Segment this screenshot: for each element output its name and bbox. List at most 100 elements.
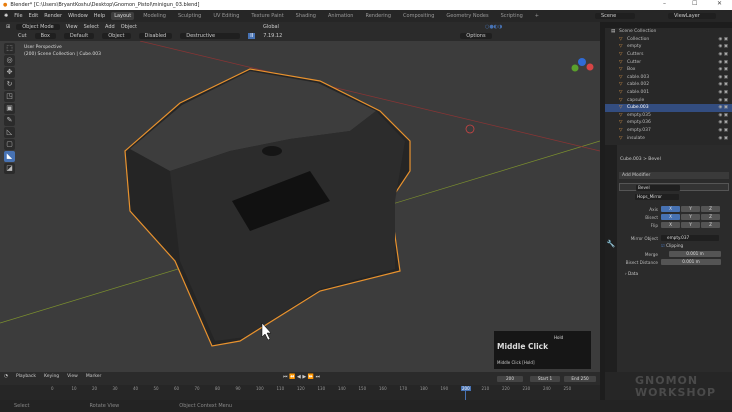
- menu-window[interactable]: Window: [68, 13, 88, 19]
- menu-edit[interactable]: Edit: [29, 13, 39, 19]
- minimize-button[interactable]: –: [663, 0, 666, 7]
- scale-tool-icon[interactable]: ◳: [4, 91, 15, 102]
- flip-z-toggle[interactable]: Z: [701, 222, 720, 228]
- visibility-icon[interactable]: ◉ ▣: [718, 82, 728, 87]
- end-frame-field[interactable]: End 250: [564, 376, 596, 382]
- bevel-name-field[interactable]: Bevel: [636, 185, 680, 191]
- outliner-row[interactable]: ▽ Collection ◉ ▣: [605, 36, 732, 44]
- flip-x-toggle[interactable]: X: [661, 222, 680, 228]
- menu-view[interactable]: View: [67, 374, 78, 379]
- outliner-row[interactable]: ▽ empty.035 ◉ ▣: [605, 112, 732, 120]
- visibility-icon[interactable]: ◉ ▣: [718, 90, 728, 95]
- view-layer-selector[interactable]: ViewLayer: [668, 13, 716, 19]
- visibility-icon[interactable]: ◉ ▣: [718, 44, 728, 49]
- tab-uv-editing[interactable]: UV Editing: [210, 12, 242, 20]
- select-box-tool-icon[interactable]: ⬚: [4, 43, 15, 54]
- add-modifier-dropdown[interactable]: Add Modifier: [619, 172, 729, 179]
- timeline-ruler[interactable]: 0 10 20 30 40 50 60 70 80 90 100 110 120 130 140 150 160…: [0, 385, 600, 400]
- outliner-row[interactable]: ▽ empty.036 ◉ ▣: [605, 119, 732, 127]
- 3d-viewport[interactable]: [0, 41, 600, 372]
- visibility-icon[interactable]: ◉ ▣: [718, 113, 728, 118]
- menu-file[interactable]: File: [14, 13, 22, 19]
- shape-dropdown[interactable]: Box: [34, 33, 56, 39]
- tab-texture-paint[interactable]: Texture Paint: [248, 12, 286, 20]
- bisect-distance-field[interactable]: 0.001 m: [661, 259, 721, 265]
- axis-x-toggle[interactable]: X: [661, 206, 680, 212]
- target-dropdown[interactable]: Object: [102, 33, 131, 39]
- visibility-icon[interactable]: ◉ ▣: [718, 75, 728, 80]
- axis-z-toggle[interactable]: Z: [701, 206, 720, 212]
- scene-collection-row[interactable]: ▤ Scene Collection: [605, 28, 732, 36]
- measure-tool-icon[interactable]: ◺: [4, 127, 15, 138]
- hops-tool-icon[interactable]: ◪: [4, 163, 15, 174]
- modifier-tab-icon[interactable]: 🔧: [605, 240, 617, 248]
- visibility-icon[interactable]: ◉ ▣: [718, 52, 728, 57]
- menu-playback[interactable]: Playback: [16, 374, 36, 379]
- mode-mode-dropdown[interactable]: Destructive: [180, 33, 241, 39]
- pause-icon[interactable]: II: [248, 33, 256, 39]
- tab-animation[interactable]: Animation: [325, 12, 357, 20]
- menu-marker[interactable]: Marker: [86, 374, 102, 379]
- orientation-dropdown[interactable]: Global: [263, 24, 279, 30]
- tab-shading[interactable]: Shading: [293, 12, 319, 20]
- menu-add[interactable]: Add: [105, 24, 115, 30]
- annotate-tool-icon[interactable]: ✎: [4, 115, 15, 126]
- bisect-z-toggle[interactable]: Z: [701, 214, 720, 220]
- outliner-row[interactable]: ▽ cable.001 ◉ ▣: [605, 89, 732, 97]
- visibility-icon[interactable]: ◉ ▣: [718, 37, 728, 42]
- current-frame-field[interactable]: 200: [497, 376, 523, 382]
- outliner-row[interactable]: ▽ empty.037 ◉ ▣: [605, 127, 732, 135]
- editor-type-icon[interactable]: ⊞: [6, 24, 10, 30]
- add-cube-tool-icon[interactable]: ▢: [4, 139, 15, 150]
- playhead[interactable]: [465, 391, 466, 400]
- start-frame-field[interactable]: Start 1: [530, 376, 560, 382]
- tab-compositing[interactable]: Compositing: [400, 12, 437, 20]
- visibility-icon[interactable]: ◉ ▣: [718, 120, 728, 125]
- mirror-object-field[interactable]: empty.037: [661, 235, 719, 241]
- bisect-y-toggle[interactable]: Y: [681, 214, 700, 220]
- outliner-row[interactable]: ▽ Box ◉ ▣: [605, 66, 732, 74]
- outliner-row[interactable]: ▽ empty ◉ ▣: [605, 43, 732, 51]
- data-subpanel[interactable]: › Data: [625, 271, 638, 276]
- blender-menu-icon[interactable]: ✺: [4, 13, 8, 19]
- add-workspace-button[interactable]: +: [532, 12, 542, 20]
- scene-selector[interactable]: Scene: [595, 13, 635, 19]
- visibility-icon[interactable]: ◉ ▣: [718, 60, 728, 65]
- tab-layout[interactable]: Layout: [111, 12, 135, 20]
- close-button[interactable]: ✕: [717, 0, 722, 7]
- outliner-row[interactable]: ▽ cable.003 ◉ ▣: [605, 74, 732, 82]
- visibility-icon[interactable]: ◉ ▣: [718, 105, 728, 110]
- shading-modes-icon[interactable]: ○●◐◑: [485, 24, 502, 30]
- outliner-row[interactable]: ▽ Cube.003 ◉ ▣: [605, 103, 732, 112]
- menu-view[interactable]: View: [66, 24, 78, 30]
- visibility-icon[interactable]: ◉ ▣: [718, 136, 728, 141]
- visibility-icon[interactable]: ◉ ▣: [718, 98, 728, 103]
- tab-geometry-nodes[interactable]: Geometry Nodes: [443, 12, 491, 20]
- menu-help[interactable]: Help: [94, 13, 105, 19]
- mode-dropdown[interactable]: Object Mode: [16, 23, 60, 30]
- pivot-dropdown[interactable]: Default: [63, 33, 95, 39]
- outliner-row[interactable]: ▽ Cutters ◉ ▣: [605, 51, 732, 59]
- clipping-checkbox[interactable]: ☑ Clipping: [661, 243, 683, 248]
- tab-sculpting[interactable]: Sculpting: [175, 12, 204, 20]
- mirror-name-field[interactable]: Hops_Mirror: [635, 194, 679, 200]
- move-tool-icon[interactable]: ✥: [4, 67, 15, 78]
- cursor-tool-icon[interactable]: ◎: [4, 55, 15, 66]
- tab-scripting[interactable]: Scripting: [498, 12, 526, 20]
- mirror-dropdown[interactable]: Disabled: [138, 33, 173, 39]
- visibility-icon[interactable]: ◉ ▣: [718, 128, 728, 133]
- bisect-x-toggle[interactable]: X: [661, 214, 680, 220]
- menu-render[interactable]: Render: [44, 13, 62, 19]
- editor-type-icon[interactable]: ◔: [4, 374, 8, 379]
- axis-y-toggle[interactable]: Y: [681, 206, 700, 212]
- options-dropdown[interactable]: Options: [460, 33, 492, 39]
- tab-rendering[interactable]: Rendering: [362, 12, 394, 20]
- modifier-bevel-panel[interactable]: Bevel: [619, 183, 729, 191]
- tab-modeling[interactable]: Modeling: [140, 12, 169, 20]
- visibility-icon[interactable]: ◉ ▣: [718, 67, 728, 72]
- maximize-button[interactable]: ☐: [692, 0, 697, 7]
- modifier-mirror-panel[interactable]: Hops_Mirror: [619, 193, 729, 201]
- menu-keying[interactable]: Keying: [44, 374, 59, 379]
- hops-cut-tool-icon[interactable]: ◣: [4, 151, 15, 162]
- outliner-row[interactable]: ▽ Cutter ◉ ▣: [605, 58, 732, 66]
